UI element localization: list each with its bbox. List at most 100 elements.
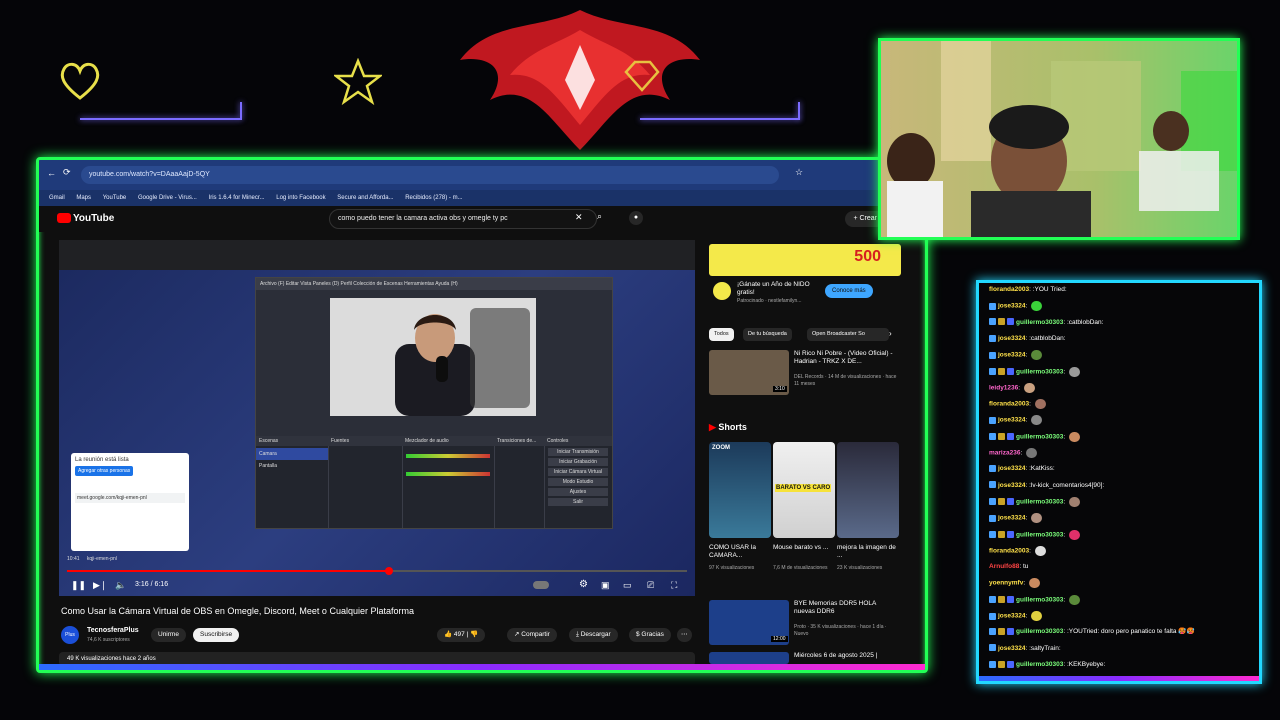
video-thumbnail[interactable] [709,652,789,664]
obs-scene-item[interactable]: Camara [256,448,328,460]
chat-username[interactable]: guillermo30303 [1016,596,1063,603]
add-people-button[interactable]: Agregar otras personas [75,466,134,476]
recommendation-item[interactable]: 12:00 BYE Memorias DDR5 HOLA nuevas DDR6… [709,600,901,648]
chip-from-search[interactable]: De tu búsqueda [743,328,792,341]
chat-username[interactable]: guillermo30303 [1016,661,1063,668]
obs-control-button[interactable]: Salir [548,498,608,506]
pause-icon[interactable]: ❚❚ [71,574,86,596]
chat-username[interactable]: jose3324 [998,417,1025,424]
chat-username[interactable]: floranda2003 [989,401,1029,408]
chat-username[interactable]: jose3324 [998,303,1025,310]
volume-icon[interactable]: 🔈 [115,574,126,596]
settings-gear-icon[interactable]: ⚙ [579,574,588,596]
channel-avatar[interactable]: Plus [61,626,79,644]
description-box[interactable]: 49 K visualizaciones hace 2 años [59,652,695,666]
chat-username[interactable]: floranda2003 [989,548,1029,555]
short-title[interactable]: Mouse barato vs ... [773,544,833,552]
chat-username[interactable]: jose3324 [998,645,1025,652]
webcam-feed [881,41,1237,237]
chat-username[interactable]: guillermo30303 [1016,499,1063,506]
theater-icon[interactable]: ▭ [623,574,632,596]
chat-username[interactable]: guillermo30303 [1016,531,1063,538]
meet-link[interactable]: meet.google.com/kqji-emen-pnl [75,493,185,503]
chat-username[interactable]: jose3324 [998,613,1025,620]
recommendation-title[interactable]: Miércoles 6 de agosto 2025 | [794,652,898,660]
bookmark-star-icon[interactable]: ☆ [795,167,803,178]
search-icon[interactable]: ⌕ [597,211,602,222]
next-icon[interactable]: ▶❘ [93,574,107,596]
chat-username[interactable]: jose3324 [998,465,1025,472]
ad-cta-button[interactable]: Conoce más [825,284,873,298]
back-icon[interactable]: ← [47,168,56,178]
obs-scene-item[interactable]: Pantalla [256,460,328,472]
chat-username[interactable]: guillermo30303 [1016,319,1063,326]
obs-control-button[interactable]: Iniciar Cámara Virtual [548,468,608,476]
short-title[interactable]: COMO USAR la CAMARA... [709,544,769,560]
share-button[interactable]: ↗ Compartir [507,628,557,642]
duration-badge: 3:10 [773,386,787,392]
recommendation-title[interactable]: BYE Memorias DDR5 HOLA nuevas DDR6 [794,600,898,616]
cast-icon[interactable]: ⎚ [647,574,654,596]
chat-username[interactable]: jose3324 [998,482,1025,489]
obs-control-button[interactable]: Modo Estudio [548,478,608,486]
short-thumbnail[interactable]: ZOOM [709,442,771,538]
chevron-right-icon[interactable]: › [889,329,892,338]
bookmark-item[interactable]: Secure and Afforda... [337,195,393,201]
video-progress-bar[interactable] [67,567,687,575]
bookmark-item[interactable]: Recibidos (278) - m... [405,195,462,201]
reload-icon[interactable]: ⟳ [63,167,71,178]
video-player[interactable]: Archivo (F) Editar Vista Paneles (D) Per… [59,240,695,596]
like-button[interactable]: 👍 497 | 👎 [437,628,486,642]
obs-control-button[interactable]: Iniciar Grabación [548,458,608,466]
chat-username[interactable]: floranda2003 [989,286,1029,293]
youtube-logo[interactable]: YouTube [57,213,114,224]
ad-title[interactable]: ¡Gánate un Año de NIDO gratis! [737,281,827,297]
recommendation-title[interactable]: Ni Rico Ni Pobre - (Video Oficial) - Had… [794,350,898,366]
recommendation-item[interactable]: 3:10 Ni Rico Ni Pobre - (Video Oficial) … [709,350,901,398]
fullscreen-icon[interactable]: ⛶ [671,574,677,596]
address-bar[interactable]: youtube.com/watch?v=DAaaAajD-5QY [81,166,779,184]
bookmark-item[interactable]: Iris 1.6.4 for Minecr... [209,195,265,201]
search-input[interactable]: como puedo tener la camara activa obs y … [329,209,597,229]
thumbs-down-icon[interactable]: 👎 [470,631,478,638]
chat-message: floranda2003: :YOU Tried: [989,286,1067,293]
obs-control-button[interactable]: Iniciar Transmisión [548,448,608,456]
ad-banner[interactable]: 500 [709,244,901,276]
chat-username[interactable]: mariza236 [989,450,1020,457]
autoplay-toggle[interactable] [533,581,549,589]
chat-username[interactable]: jose3324 [998,352,1025,359]
chat-username[interactable]: leidy1236 [989,385,1018,392]
chat-username[interactable]: yoennymfv [989,580,1023,587]
short-title[interactable]: mejora la imagen de ... [837,544,897,560]
short-thumbnail[interactable] [837,442,899,538]
miniplayer-icon[interactable]: ▣ [601,574,610,596]
bookmark-item[interactable]: Log into Facebook [276,195,325,201]
advertiser-avatar [713,282,731,300]
chat-username[interactable]: jose3324 [998,515,1025,522]
chat-username[interactable]: guillermo30303 [1016,368,1063,375]
clear-search-icon[interactable]: ✕ [575,212,583,223]
channel-name[interactable]: TecnosferaPlus [87,627,139,634]
microphone-icon[interactable]: ● [629,211,643,225]
chat-username[interactable]: jose3324 [998,335,1025,342]
obs-control-button[interactable]: Ajustes [548,488,608,496]
bookmark-item[interactable]: Maps [76,195,91,201]
subscribe-button[interactable]: Suscribirse [193,628,240,642]
bookmark-item[interactable]: Google Drive - Virus... [138,195,197,201]
browser-toolbar: ← ⟳ youtube.com/watch?v=DAaaAajD-5QY ☆ [39,160,925,190]
chat-emote-icon [1031,350,1043,361]
youtube-header: YouTube como puedo tener la camara activ… [39,206,925,232]
recommendation-item[interactable]: Miércoles 6 de agosto 2025 | [709,652,901,666]
chat-username[interactable]: guillermo30303 [1016,433,1063,440]
join-button[interactable]: Unirme [151,628,186,642]
chip-obs[interactable]: Open Broadcaster So [807,328,889,341]
chip-all[interactable]: Todos [709,328,734,341]
short-thumbnail[interactable]: BARATO VS CARO [773,442,835,538]
chat-username[interactable]: Arnulfo88 [989,563,1019,570]
bookmark-item[interactable]: Gmail [49,195,65,201]
more-actions-button[interactable]: ⋯ [677,628,692,642]
chat-username[interactable]: guillermo30303 [1016,628,1063,635]
thanks-button[interactable]: $ Gracias [629,628,671,642]
bookmark-item[interactable]: YouTube [103,195,127,201]
download-button[interactable]: ⤓ Descargar [569,628,618,642]
